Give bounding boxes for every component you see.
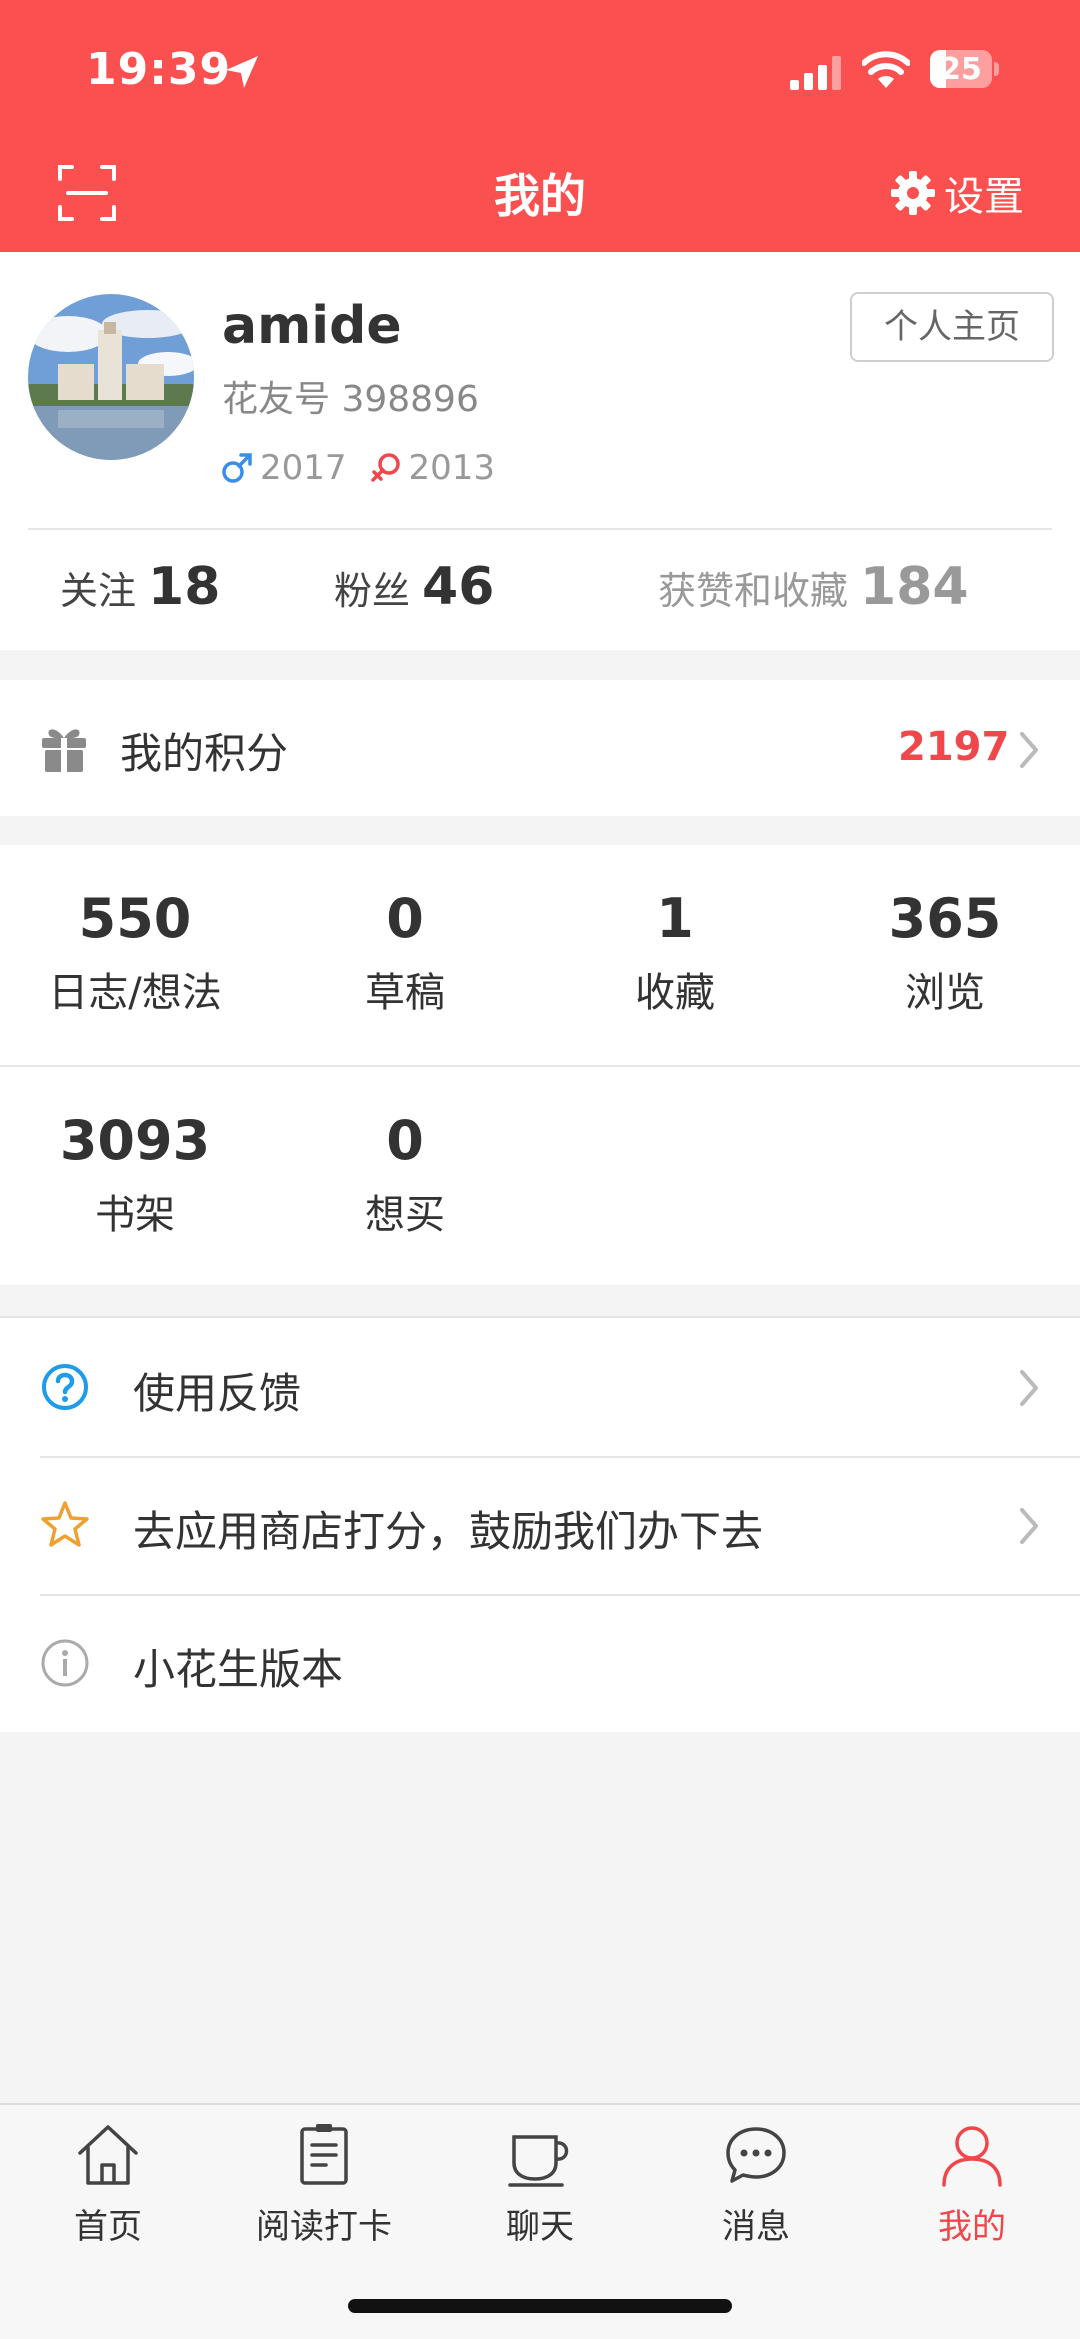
tab-reading-checkin[interactable]: 阅读打卡: [216, 2119, 432, 2248]
tab-label: 我的: [938, 2207, 1006, 2247]
menu-item-label: 去应用商店打分，鼓励我们办下去: [133, 1507, 764, 1556]
menu-item-version[interactable]: 小花生版本: [0, 1594, 1080, 1732]
points-value: 2197: [898, 724, 1010, 770]
likes-stat[interactable]: 获赞和收藏 184: [658, 557, 969, 617]
settings-label: 设置: [944, 174, 1024, 220]
following-stat[interactable]: 关注 18: [60, 557, 220, 617]
menu-item-label: 小花生版本: [133, 1645, 344, 1694]
tab-label: 聊天: [506, 2207, 574, 2247]
female-year: 2013: [408, 448, 496, 488]
person-icon: [942, 2126, 1002, 2187]
tab-label: 首页: [74, 2207, 142, 2247]
top-header: 19:39 25 我的 设置: [0, 0, 1080, 252]
points-label: 我的积分: [120, 729, 289, 778]
likes-count: 184: [860, 557, 969, 617]
home-icon: [78, 2125, 138, 2185]
followers-label: 粉丝: [334, 569, 411, 613]
status-time: 19:39: [86, 44, 232, 95]
divider: [0, 1065, 1080, 1067]
checkin-icon: [300, 2124, 348, 2185]
location-arrow-icon: [226, 56, 258, 88]
menu-item-feedback[interactable]: 使用反馈: [0, 1318, 1080, 1456]
username: amide: [222, 296, 402, 356]
tab-chat[interactable]: 聊天: [432, 2119, 648, 2248]
chevron-right-icon: [1020, 1370, 1038, 1406]
avatar-image: [28, 294, 194, 460]
wifi-icon: [862, 51, 910, 88]
count-diary[interactable]: 550 日志/想法: [0, 887, 270, 1018]
chat-bubble-icon: [726, 2127, 786, 2183]
settings-menu: 使用反馈 去应用商店打分，鼓励我们办下去 小花生版本: [0, 1316, 1080, 1732]
count-label: 书架: [95, 1192, 175, 1238]
count-value: 0: [386, 887, 424, 950]
male-icon: [222, 453, 252, 483]
battery-icon: 25: [930, 50, 1000, 90]
female-icon: [370, 453, 400, 482]
count-want-to-buy[interactable]: 0 想买: [270, 1109, 540, 1240]
settings-button[interactable]: 设置: [890, 166, 1024, 220]
count-label: 浏览: [905, 970, 985, 1016]
home-indicator: [348, 2299, 732, 2313]
menu-item-rate-app[interactable]: 去应用商店打分，鼓励我们办下去: [0, 1456, 1080, 1594]
male-year: 2017: [260, 448, 347, 488]
question-circle-icon: [42, 1364, 88, 1410]
my-points-row[interactable]: 我的积分 2197: [0, 680, 1080, 816]
count-value: 550: [78, 887, 192, 950]
chevron-right-icon: [1020, 732, 1038, 768]
gift-icon: [42, 729, 86, 772]
menu-item-label: 使用反馈: [133, 1369, 302, 1418]
following-count: 18: [148, 557, 221, 617]
battery-level: 25: [940, 52, 982, 87]
tab-messages[interactable]: 消息: [648, 2119, 864, 2248]
profile-card: amide 花友号 398896 2017 2013 个人主页 关注 18 粉丝…: [0, 252, 1080, 650]
star-icon: [41, 1501, 89, 1547]
divider: [28, 528, 1052, 530]
count-views[interactable]: 365 浏览: [810, 887, 1080, 1018]
personal-homepage-button[interactable]: 个人主页: [850, 292, 1054, 362]
followers-count: 46: [422, 557, 495, 617]
user-id: 花友号 398896: [222, 379, 479, 420]
cellular-signal-icon: [790, 56, 841, 90]
avatar[interactable]: [28, 294, 194, 460]
tab-label: 阅读打卡: [256, 2207, 392, 2247]
count-drafts[interactable]: 0 草稿: [270, 887, 540, 1018]
count-label: 想买: [365, 1192, 445, 1238]
info-icon: [41, 1639, 89, 1687]
tab-label: 消息: [722, 2207, 790, 2247]
count-favorites[interactable]: 1 收藏: [540, 887, 810, 1018]
counts-grid: 550 日志/想法 0 草稿 1 收藏 365 浏览 3093 书架 0 想买: [0, 845, 1080, 1285]
count-value: 3093: [59, 1109, 211, 1172]
count-label: 收藏: [635, 970, 715, 1016]
likes-label: 获赞和收藏: [658, 569, 849, 613]
cup-icon: [508, 2135, 569, 2187]
count-value: 0: [386, 1109, 424, 1172]
count-bookshelf[interactable]: 3093 书架: [0, 1109, 270, 1240]
count-label: 日志/想法: [48, 970, 222, 1016]
children-years: 2017 2013: [220, 448, 495, 488]
count-value: 365: [888, 887, 1002, 950]
tab-home[interactable]: 首页: [0, 2119, 216, 2248]
gear-icon: [891, 171, 935, 215]
tab-me[interactable]: 我的: [864, 2119, 1080, 2248]
count-value: 1: [656, 887, 694, 950]
count-label: 草稿: [365, 970, 445, 1016]
following-label: 关注: [60, 569, 137, 613]
chevron-right-icon: [1020, 1508, 1038, 1544]
followers-stat[interactable]: 粉丝 46: [334, 557, 494, 617]
